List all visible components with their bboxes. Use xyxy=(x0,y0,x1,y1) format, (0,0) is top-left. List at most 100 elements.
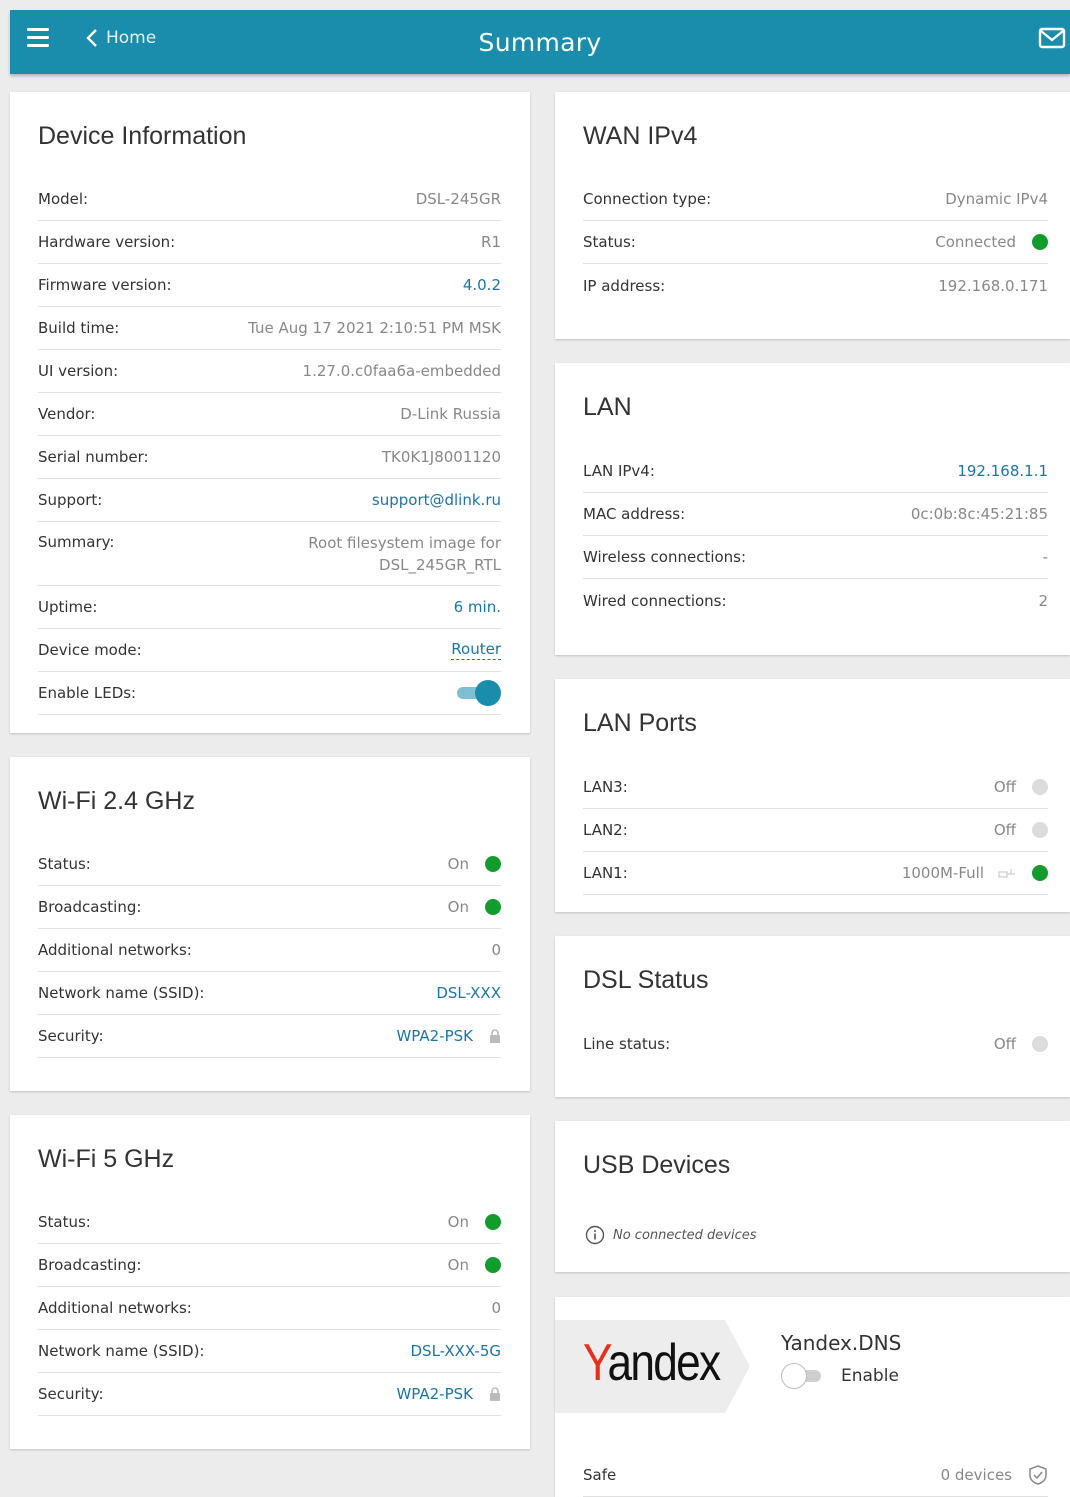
row-label: Model: xyxy=(38,190,89,208)
row-label: Uptime: xyxy=(38,598,98,616)
status-on-dot xyxy=(485,899,501,915)
row-value: 1.27.0.c0faa6a-embedded xyxy=(302,362,501,380)
row-hardware-version: Hardware version: R1 xyxy=(38,221,501,264)
row-summary: Summary: Root filesystem image for DSL_24… xyxy=(38,522,501,586)
row-label: Enable LEDs: xyxy=(38,684,137,702)
row-lan1: LAN1: 1000M-Full xyxy=(583,852,1048,895)
mail-icon[interactable] xyxy=(1038,26,1066,54)
info-icon xyxy=(585,1225,605,1245)
row-label: Device mode: xyxy=(38,641,142,659)
usb-devices-card: USB Devices No connected devices xyxy=(555,1121,1070,1272)
row-value: Dynamic IPv4 xyxy=(945,190,1048,208)
row-label: Security: xyxy=(38,1385,104,1403)
row-label: IP address: xyxy=(583,276,666,295)
lan-ip-link[interactable]: 192.168.1.1 xyxy=(957,462,1048,480)
no-devices-text: No connected devices xyxy=(613,1227,757,1243)
row-support: Support: support@dlink.ru xyxy=(38,479,501,522)
yandex-dns-toggle[interactable] xyxy=(781,1363,825,1389)
row-label: LAN IPv4: xyxy=(583,462,655,480)
row-label: Safe xyxy=(583,1466,617,1484)
row-security: Security: WPA2-PSK xyxy=(38,1015,501,1058)
row-value: On xyxy=(447,898,469,916)
row-serial-number: Serial number: TK0K1J8001120 xyxy=(38,436,501,479)
row-broadcasting: Broadcasting: On xyxy=(38,1244,501,1287)
page-title: Summary xyxy=(478,28,602,57)
shield-icon xyxy=(1029,1465,1047,1485)
row-additional-networks: Additional networks: 0 xyxy=(38,929,501,972)
wan-ipv4-card: WAN IPv4 Connection type: Dynamic IPv4 St… xyxy=(555,92,1070,339)
card-title: Wi-Fi 2.4 GHz xyxy=(38,787,195,815)
top-bar: Home Summary xyxy=(10,10,1070,74)
row-ui-version: UI version: 1.27.0.c0faa6a-embedded xyxy=(38,350,501,393)
row-safe[interactable]: Safe 0 devices xyxy=(583,1454,1048,1497)
row-value: Root filesystem image for DSL_245GR_RTL xyxy=(308,534,501,574)
row-model: Model: DSL-245GR xyxy=(38,178,501,221)
card-title: Device Information xyxy=(38,122,247,150)
firmware-link[interactable]: 4.0.2 xyxy=(463,276,501,294)
card-title: USB Devices xyxy=(583,1151,731,1179)
usb-note: No connected devices xyxy=(585,1225,757,1245)
row-lan3: LAN3: Off xyxy=(583,766,1048,809)
row-connection-type: Connection type: Dynamic IPv4 xyxy=(583,178,1048,221)
row-value: On xyxy=(447,1256,469,1274)
card-title: WAN IPv4 xyxy=(583,122,698,150)
lock-icon xyxy=(490,1029,500,1043)
row-value: On xyxy=(447,855,469,873)
row-value: 192.168.0.171 xyxy=(938,276,1048,295)
card-title: Wi-Fi 5 GHz xyxy=(38,1145,175,1173)
card-title: LAN xyxy=(583,393,632,421)
row-ssid: Network name (SSID): DSL-XXX-5G xyxy=(38,1330,501,1373)
row-status: Status: On xyxy=(38,1201,501,1244)
row-label: Additional networks: xyxy=(38,941,192,959)
row-label: Vendor: xyxy=(38,405,96,423)
card-title: LAN Ports xyxy=(583,709,697,737)
row-value: 0 xyxy=(491,1299,501,1317)
row-value: Off xyxy=(993,821,1016,839)
status-off-dot xyxy=(1032,779,1048,795)
row-value: On xyxy=(447,1213,469,1231)
status-on-dot xyxy=(485,856,501,872)
row-value: R1 xyxy=(481,233,501,251)
yandex-dns-card: Yandex Yandex.DNS Enable Safe 0 devices xyxy=(555,1297,1070,1497)
security-link[interactable]: WPA2-PSK xyxy=(396,1385,473,1403)
wifi-24-card: Wi-Fi 2.4 GHz Status: On Broadcasting: On … xyxy=(10,757,530,1091)
row-vendor: Vendor: D-Link Russia xyxy=(38,393,501,436)
row-label: Wired connections: xyxy=(583,591,727,610)
status-off-dot xyxy=(1032,1035,1048,1052)
row-label: Security: xyxy=(38,1027,104,1045)
row-enable-leds: Enable LEDs: xyxy=(38,672,501,715)
row-label: Broadcasting: xyxy=(38,1256,142,1274)
row-value: DSL-245GR xyxy=(415,190,501,208)
row-label: Hardware version: xyxy=(38,233,176,251)
status-on-dot xyxy=(485,1214,501,1230)
ssid-link[interactable]: DSL-XXX xyxy=(436,984,501,1002)
device-mode-dropdown[interactable]: Router xyxy=(451,640,501,660)
row-label: Connection type: xyxy=(583,190,712,208)
row-value: 1000M-Full xyxy=(901,864,984,882)
status-off-dot xyxy=(1032,822,1048,838)
row-value: 0 xyxy=(491,941,501,959)
row-label: Summary: xyxy=(38,533,115,551)
row-label: Wireless connections: xyxy=(583,548,747,566)
row-value: 2 xyxy=(1038,591,1048,610)
ssid-link[interactable]: DSL-XXX-5G xyxy=(411,1342,502,1360)
security-link[interactable]: WPA2-PSK xyxy=(396,1027,473,1045)
row-label: Support: xyxy=(38,491,103,509)
row-value: 0c:0b:8c:45:21:85 xyxy=(910,505,1048,523)
row-value: Off xyxy=(993,1034,1016,1053)
row-label: UI version: xyxy=(38,362,119,380)
support-email-link[interactable]: support@dlink.ru xyxy=(372,491,501,509)
row-device-mode: Device mode: Router xyxy=(38,629,501,672)
yandex-dns-title: Yandex.DNS xyxy=(781,1331,902,1355)
status-on-dot xyxy=(1032,234,1048,250)
enable-leds-toggle[interactable] xyxy=(457,680,501,706)
row-label: Status: xyxy=(583,233,636,251)
row-label: LAN3: xyxy=(583,778,628,796)
yandex-dns-enable: Enable xyxy=(781,1363,899,1389)
row-value: D-Link Russia xyxy=(400,405,501,423)
uptime-link[interactable]: 6 min. xyxy=(454,598,501,616)
row-label: Broadcasting: xyxy=(38,898,142,916)
row-value: Tue Aug 17 2021 2:10:51 PM MSK xyxy=(248,319,501,337)
row-lan-ipv4: LAN IPv4: 192.168.1.1 xyxy=(583,450,1048,493)
row-status: Status: Connected xyxy=(583,221,1048,264)
